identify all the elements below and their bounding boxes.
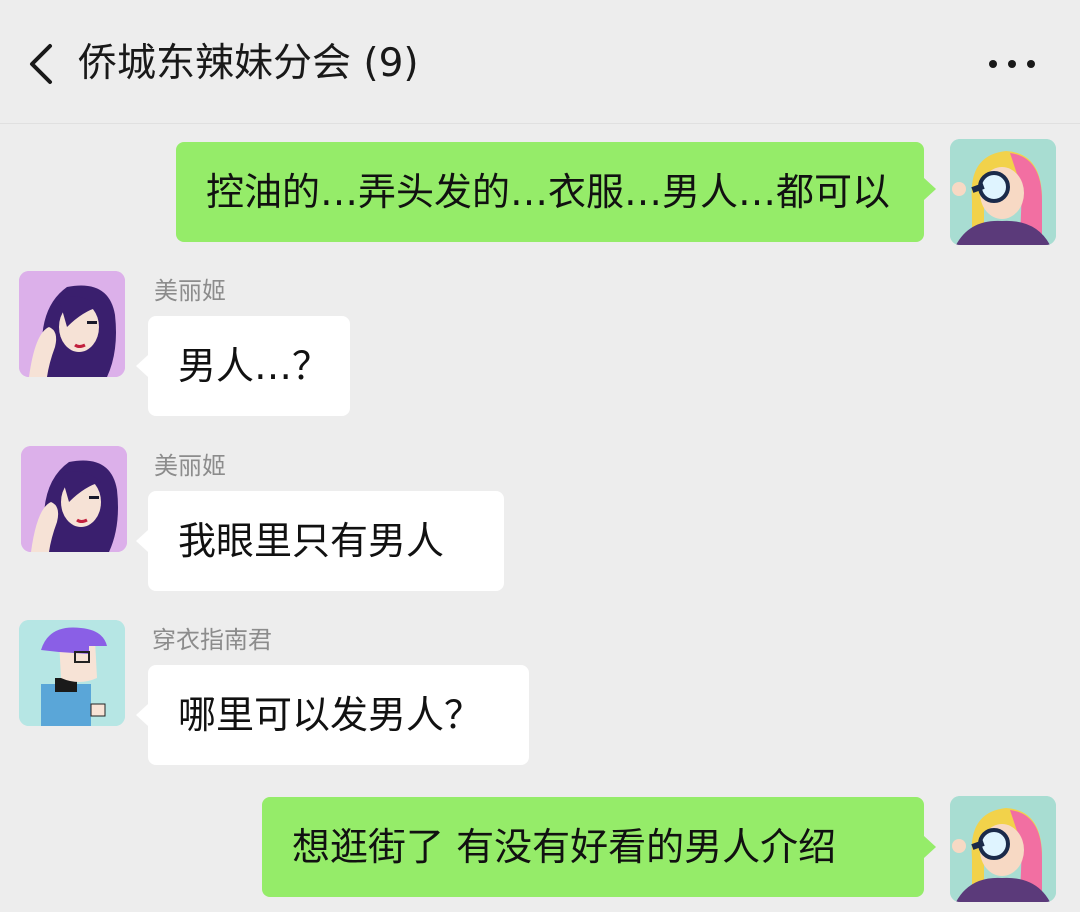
sender-name: 美丽姬 <box>154 452 226 480</box>
message-bubble[interactable]: 哪里可以发男人？ <box>148 665 529 765</box>
message-bubble[interactable]: 男人…？ <box>148 316 350 416</box>
bubble-tail <box>924 836 936 858</box>
pink-hair-magnifier-avatar[interactable] <box>950 796 1056 902</box>
message-bubble[interactable]: 控油的…弄头发的…衣服…男人…都可以 <box>176 142 924 242</box>
message-bubble[interactable]: 我眼里只有男人 <box>148 491 504 591</box>
purple-hair-woman-avatar[interactable] <box>21 446 127 552</box>
pink-hair-magnifier-avatar[interactable] <box>950 139 1056 245</box>
chevron-left-icon[interactable] <box>22 40 62 88</box>
purple-hat-man-avatar[interactable] <box>19 620 125 726</box>
bubble-tail <box>136 355 148 377</box>
bubble-tail <box>924 178 936 200</box>
bubble-tail <box>136 704 148 726</box>
sender-name: 美丽姬 <box>154 277 226 305</box>
message-bubble[interactable]: 想逛街了 有没有好看的男人介绍 <box>262 797 924 897</box>
ellipsis-icon[interactable] <box>984 44 1040 84</box>
bubble-tail <box>136 530 148 552</box>
purple-hair-woman-avatar[interactable] <box>19 271 125 377</box>
chat-header: 侨城东辣妹分会 (9) <box>0 0 1080 124</box>
chat-title: 侨城东辣妹分会 (9) <box>78 41 419 86</box>
sender-name: 穿衣指南君 <box>152 626 272 654</box>
